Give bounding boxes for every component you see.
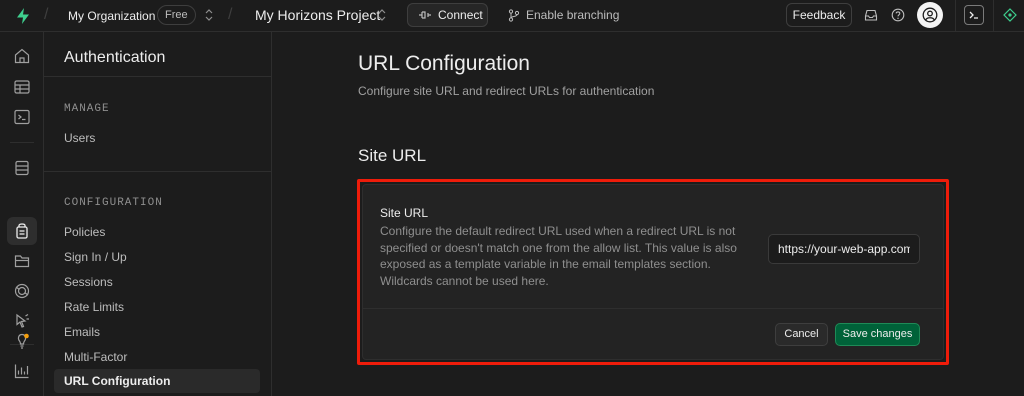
assistant-icon[interactable] (1003, 8, 1017, 22)
sidebar-divider (44, 171, 272, 172)
advisors-icon[interactable] (13, 332, 31, 350)
sidebar-divider (44, 76, 272, 77)
terminal-icon (969, 11, 978, 19)
database-icon[interactable] (13, 159, 31, 177)
sidebar-item-multi-factor[interactable]: Multi-Factor (64, 350, 127, 364)
organization-name[interactable]: My Organization (68, 9, 155, 23)
sidebar-item-rate-limits[interactable]: Rate Limits (64, 300, 124, 314)
sql-editor-icon[interactable] (13, 108, 31, 126)
breadcrumb-separator: / (44, 6, 49, 23)
sidebar-item-emails[interactable]: Emails (64, 325, 100, 339)
sidebar-item-sessions[interactable]: Sessions (64, 275, 113, 289)
sidebar-item-policies[interactable]: Policies (64, 225, 105, 239)
connect-button[interactable]: Connect (407, 3, 488, 27)
auth-sidebar: Authentication MANAGE Users CONFIGURATIO… (44, 32, 272, 396)
edge-functions-icon[interactable] (13, 312, 31, 330)
sidebar-title: Authentication (64, 49, 166, 66)
plan-badge: Free (157, 5, 196, 25)
project-switcher-chevron-icon[interactable] (375, 8, 389, 22)
enable-branching-button[interactable]: Enable branching (508, 8, 619, 22)
rail-divider (10, 142, 34, 143)
page-title: URL Configuration (358, 52, 530, 75)
user-avatar[interactable] (917, 2, 943, 28)
sidebar-item-sign-in-up[interactable]: Sign In / Up (64, 250, 127, 264)
site-url-description: Configure the default redirect URL used … (380, 224, 737, 288)
storage-icon[interactable] (13, 252, 31, 270)
enable-branching-label: Enable branching (526, 8, 620, 22)
breadcrumb-separator: / (228, 6, 233, 23)
page-subtitle: Configure site URL and redirect URLs for… (358, 84, 655, 98)
section-heading-configuration: CONFIGURATION (64, 197, 163, 209)
table-editor-icon[interactable] (13, 78, 31, 96)
inbox-icon[interactable] (864, 8, 878, 22)
auth-icon[interactable] (13, 222, 31, 240)
plug-icon (419, 11, 431, 19)
site-url-label: Site URL (380, 206, 429, 220)
project-name[interactable]: My Horizons Project (255, 7, 380, 23)
section-title-site-url: Site URL (358, 146, 427, 165)
card-footer-divider (363, 308, 943, 309)
help-icon[interactable] (891, 8, 905, 22)
org-switcher-chevron-icon[interactable] (202, 8, 216, 22)
supabase-logo-icon[interactable] (14, 7, 32, 25)
connect-label: Connect (438, 8, 483, 22)
icon-rail (0, 32, 44, 396)
divider (955, 0, 956, 32)
top-bar: / My Organization Free / My Horizons Pro… (0, 0, 1024, 32)
realtime-icon[interactable] (13, 282, 31, 300)
sidebar-item-users[interactable]: Users (64, 131, 95, 145)
terminal-button[interactable] (964, 5, 984, 25)
site-url-input[interactable] (768, 234, 920, 264)
sidebar-item-url-configuration[interactable]: URL Configuration (54, 369, 260, 393)
git-branch-icon (508, 8, 520, 22)
home-icon[interactable] (13, 47, 31, 65)
reports-icon[interactable] (13, 362, 31, 380)
feedback-button[interactable]: Feedback (786, 3, 852, 27)
cancel-button[interactable]: Cancel (775, 323, 828, 346)
user-icon (922, 7, 938, 23)
divider (993, 0, 994, 32)
save-changes-button[interactable]: Save changes (835, 323, 920, 346)
section-heading-manage: MANAGE (64, 103, 110, 115)
